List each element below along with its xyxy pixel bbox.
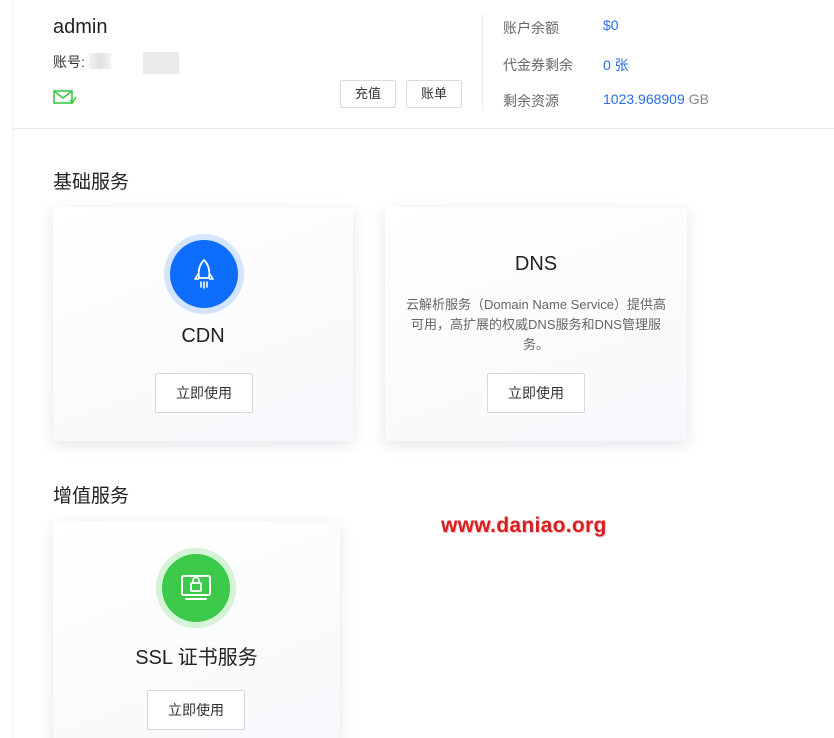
basic-services-title: 基础服务 xyxy=(53,172,130,193)
bill-button[interactable]: 账单 xyxy=(406,80,462,108)
dns-description: 云解析服务（Domain Name Service）提供高可用，高扩展的权威DN… xyxy=(405,297,667,352)
ssl-lock-icon xyxy=(181,575,211,600)
balance-label: 账户余额 xyxy=(503,20,559,36)
cdn-icon-circle xyxy=(170,240,238,308)
account-label: 账号: xyxy=(53,54,85,70)
dns-title: DNS xyxy=(514,253,558,275)
remaining-resource-unit: GB xyxy=(688,91,709,107)
ssl-icon-circle xyxy=(162,554,230,622)
remaining-resource-value: 1023.968909 GB xyxy=(603,91,709,107)
rocket-icon xyxy=(194,259,214,289)
voucher-label: 代金券剩余 xyxy=(503,57,573,73)
cdn-card: CDN 立即使用 xyxy=(53,207,353,441)
header-divider xyxy=(482,14,483,110)
cdn-icon-ring xyxy=(164,234,244,314)
ssl-icon-ring xyxy=(156,548,236,628)
username: admin xyxy=(53,16,108,38)
recharge-button[interactable]: 充值 xyxy=(340,80,396,108)
account-header: admin 账号: 充值 账单 账户余额 $0 代金券剩余 0 张 剩余资源 1… xyxy=(13,0,834,129)
cdn-title: CDN xyxy=(181,325,225,347)
account-id-redacted xyxy=(89,53,111,69)
balance-value: $0 xyxy=(603,17,619,33)
account-id-redacted-2 xyxy=(143,52,179,74)
site-watermark: www.daniao.org xyxy=(441,514,607,537)
remaining-resource-amount: 1023.968909 xyxy=(603,91,685,107)
mail-verified-icon[interactable] xyxy=(53,88,77,106)
ssl-title: SSL 证书服务 xyxy=(135,647,258,669)
remaining-resource-label: 剩余资源 xyxy=(503,93,559,109)
ssl-use-button[interactable]: 立即使用 xyxy=(147,690,245,730)
dns-use-button[interactable]: 立即使用 xyxy=(487,373,585,413)
ssl-card: SSL 证书服务 立即使用 xyxy=(53,521,340,738)
value-added-services-title: 增值服务 xyxy=(53,486,130,507)
cdn-use-button[interactable]: 立即使用 xyxy=(155,373,253,413)
dns-card: DNS 云解析服务（Domain Name Service）提供高可用，高扩展的… xyxy=(385,207,687,441)
voucher-value: 0 张 xyxy=(603,57,629,73)
